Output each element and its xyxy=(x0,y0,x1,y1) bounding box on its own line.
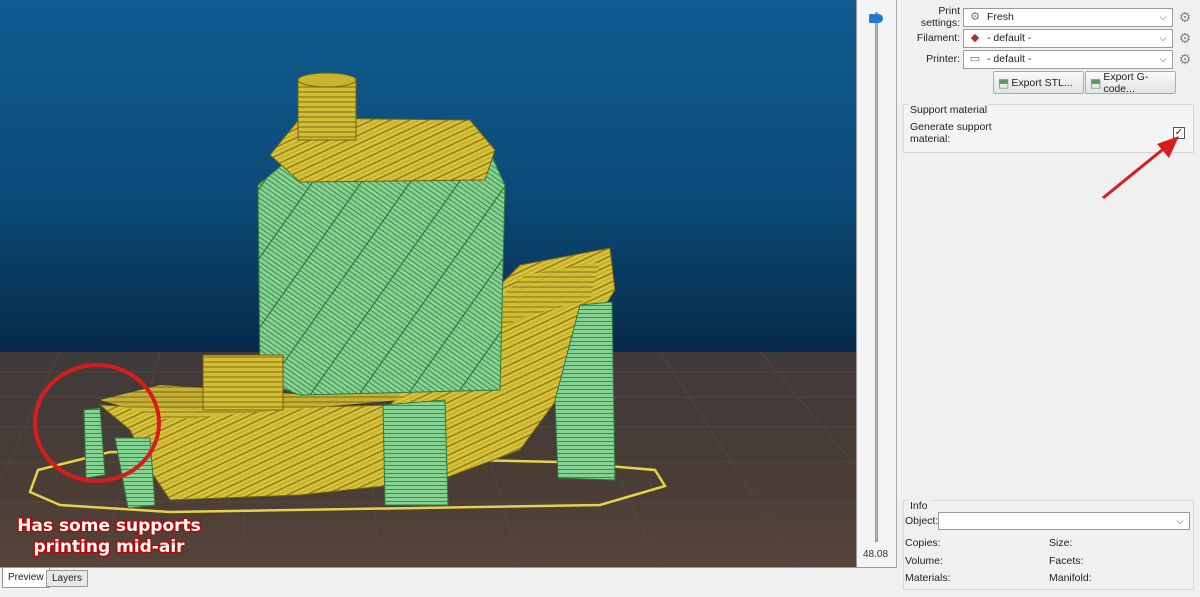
generate-support-label-line1: Generate support xyxy=(910,121,992,133)
annotation-arrow xyxy=(1102,136,1179,200)
info-title: Info xyxy=(908,500,930,512)
3d-preview-viewport[interactable]: Has some supports printing mid-air xyxy=(0,0,857,567)
export-stl-label: Export STL... xyxy=(1011,76,1073,89)
print-settings-gear-icon[interactable]: ⚙ xyxy=(1177,9,1193,25)
print-settings-label: Print settings: xyxy=(920,5,960,29)
chevron-down-icon: ⌵ xyxy=(1176,516,1184,526)
support-pillar-left-2 xyxy=(114,437,156,509)
materials-label: Materials: xyxy=(905,572,951,584)
generate-support-label-line2: material: xyxy=(910,133,951,145)
layer-height-value: 48.08 xyxy=(863,549,889,560)
info-group: Info Object: ⌵ Copies: Size: Volume: Fac… xyxy=(903,500,1194,590)
printer-value: - default - xyxy=(987,53,1032,65)
filament-select[interactable]: ◆ - default - ⌵ xyxy=(963,28,1173,48)
filament-gear-icon[interactable]: ⚙ xyxy=(1177,30,1193,46)
cabin-support xyxy=(257,149,506,396)
volume-label: Volume: xyxy=(905,555,943,567)
export-gcode-label: Export G-code... xyxy=(1103,70,1149,95)
chevron-down-icon: ⌵ xyxy=(1159,53,1167,64)
printer-select[interactable]: ▭ - default - ⌵ xyxy=(963,49,1173,69)
filament-row: Filament: ◆ - default - ⌵ ⚙ xyxy=(897,28,1193,48)
settings-panel: Print settings: ⚙ Fresh ⌵ ⚙ Filament: ◆ … xyxy=(897,0,1200,597)
support-material-title: Support material xyxy=(908,104,990,116)
layer-slider-track[interactable] xyxy=(875,12,878,542)
object-select[interactable]: ⌵ xyxy=(938,512,1190,530)
printer-row: Printer: ▭ - default - ⌵ ⚙ xyxy=(897,49,1193,69)
export-stl-button[interactable]: ⬒ Export STL... xyxy=(993,71,1084,94)
size-label: Size: xyxy=(1049,537,1073,549)
print-settings-select[interactable]: ⚙ Fresh ⌵ xyxy=(963,7,1173,27)
view-tabs: Preview Layers xyxy=(0,567,897,597)
chevron-down-icon: ⌵ xyxy=(1159,32,1167,43)
facets-label: Facets: xyxy=(1049,555,1084,567)
export-icon: ⬒ xyxy=(998,75,1010,90)
printer-icon: ▭ xyxy=(969,53,981,65)
generate-support-label: Generate support material: xyxy=(910,121,992,145)
print-settings-row: Print settings: ⚙ Fresh ⌵ ⚙ xyxy=(897,5,1193,29)
tab-preview[interactable]: Preview xyxy=(2,568,50,588)
chevron-down-icon: ⌵ xyxy=(1159,11,1167,22)
printer-gear-icon[interactable]: ⚙ xyxy=(1177,51,1193,67)
filament-value: - default - xyxy=(987,32,1032,44)
front-box xyxy=(202,354,284,411)
filament-label: Filament: xyxy=(916,32,960,44)
export-gcode-button[interactable]: ⬒ Export G-code... xyxy=(1085,70,1176,95)
tab-layers[interactable]: Layers xyxy=(46,570,89,587)
sliced-model-preview xyxy=(28,72,667,514)
copies-label: Copies: xyxy=(905,537,941,549)
layer-slider-thumb[interactable] xyxy=(869,14,883,23)
print-settings-value: Fresh xyxy=(987,11,1014,23)
export-icon: ⬒ xyxy=(1090,75,1102,90)
object-label: Object: xyxy=(905,515,939,527)
printer-label: Printer: xyxy=(926,53,960,65)
support-pillar-left-1 xyxy=(83,407,106,479)
gear-icon: ⚙ xyxy=(970,11,980,23)
support-pillar-mid xyxy=(382,399,449,506)
annotation-text: Has some supports printing mid-air xyxy=(17,516,201,557)
filament-icon: ◆ xyxy=(970,32,980,44)
manifold-label: Manifold: xyxy=(1049,572,1092,584)
layer-slider[interactable]: 48.08 xyxy=(857,0,897,567)
